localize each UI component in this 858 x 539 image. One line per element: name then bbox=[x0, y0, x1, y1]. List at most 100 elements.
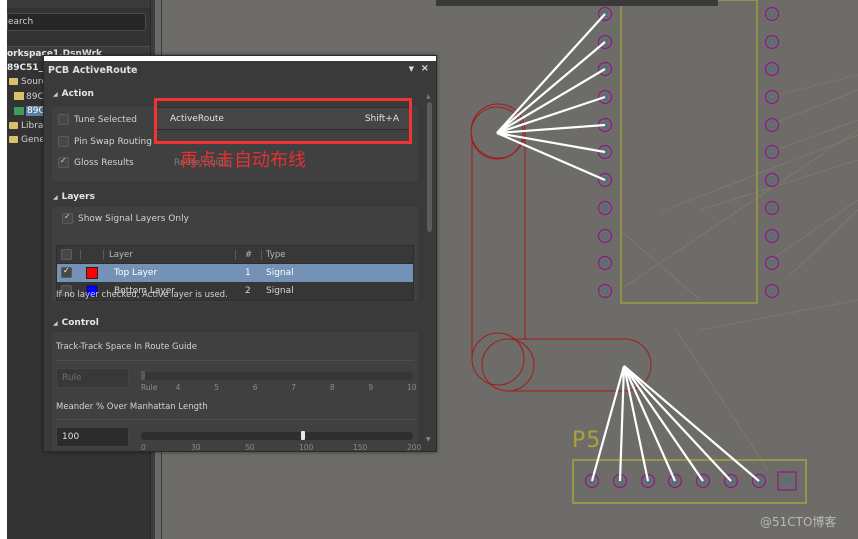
meander-slider[interactable] bbox=[141, 432, 413, 440]
designator-label: P5 bbox=[572, 428, 602, 453]
layer-row-top[interactable]: ✓ Top Layer 1 Signal bbox=[57, 264, 413, 282]
divider bbox=[56, 419, 414, 420]
slider-tick-label: 7 bbox=[291, 383, 297, 392]
track-space-label: Track-Track Space In Route Guide bbox=[56, 342, 198, 352]
canvas-ruler bbox=[436, 0, 718, 6]
ratsnest-lines bbox=[496, 13, 760, 482]
layer-type: Signal bbox=[266, 286, 294, 296]
section-title: Action bbox=[61, 89, 94, 99]
annotation-highlight-box bbox=[154, 98, 412, 144]
connection-line bbox=[789, 209, 858, 276]
pad bbox=[764, 228, 780, 244]
panel-scrollbar[interactable]: ▲ ▼ bbox=[426, 93, 432, 443]
column-header-number[interactable]: # bbox=[245, 250, 252, 260]
scrollbar-thumb[interactable] bbox=[427, 102, 432, 232]
section-title: Control bbox=[61, 318, 99, 328]
pad bbox=[597, 228, 613, 244]
pad-hole bbox=[768, 259, 776, 267]
panel-menu-icon[interactable]: ▼ bbox=[409, 65, 414, 73]
column-header-type[interactable]: Type bbox=[266, 250, 286, 260]
pad bbox=[597, 255, 613, 271]
connection-line bbox=[769, 89, 858, 126]
pad bbox=[764, 34, 780, 50]
route-guide-horizontal bbox=[508, 338, 652, 392]
pad-hole bbox=[601, 232, 609, 240]
slider-tick-label: 200 bbox=[407, 443, 422, 451]
show-signal-only-checkbox[interactable]: ✓ bbox=[62, 212, 73, 224]
ratsnest-line bbox=[622, 365, 677, 482]
slider-tick-label: 100 bbox=[299, 443, 314, 451]
pad-square bbox=[777, 471, 797, 491]
slider-tick-label: 10 bbox=[407, 383, 417, 392]
folder-icon bbox=[9, 121, 18, 129]
column-separator bbox=[103, 250, 104, 260]
connection-line bbox=[769, 199, 858, 261]
layer-color-swatch bbox=[86, 267, 98, 279]
folder-icon bbox=[9, 136, 18, 143]
slider-tick-label: 0 bbox=[141, 443, 146, 451]
ratsnest-line bbox=[590, 365, 626, 482]
section-layers-header[interactable]: ◢ Layers bbox=[53, 192, 95, 202]
pad bbox=[597, 283, 613, 299]
tune-selected-checkbox[interactable] bbox=[58, 114, 69, 125]
layers-note: If no layer checked, Active layer is use… bbox=[56, 290, 228, 300]
pin-swap-checkbox[interactable] bbox=[58, 136, 69, 147]
section-layers: ✓ Show Signal Layers Only Layer # Type ✓… bbox=[52, 207, 418, 302]
projects-search-input[interactable]: earch bbox=[7, 13, 146, 31]
layer-checkbox[interactable]: ✓ bbox=[61, 266, 72, 278]
slider-tick-label: 50 bbox=[245, 443, 255, 451]
column-separator bbox=[80, 250, 81, 260]
route-guide bbox=[470, 103, 652, 392]
header-pads bbox=[584, 471, 797, 491]
section-action-header[interactable]: ◢ Action bbox=[53, 89, 94, 99]
pad-hole bbox=[768, 204, 776, 212]
track-space-input[interactable]: Rule bbox=[56, 368, 129, 388]
pad bbox=[764, 89, 780, 105]
pad bbox=[597, 200, 613, 216]
folder-icon bbox=[9, 78, 18, 85]
connection-line bbox=[699, 159, 858, 211]
scroll-up-icon[interactable]: ▲ bbox=[426, 93, 431, 100]
close-icon[interactable]: × bbox=[421, 63, 429, 74]
connection-line bbox=[699, 299, 858, 331]
schematic-doc-icon bbox=[14, 92, 24, 100]
meander-slider-thumb[interactable] bbox=[301, 431, 305, 440]
collapse-triangle-icon: ◢ bbox=[53, 91, 58, 98]
pad-hole bbox=[768, 38, 776, 46]
scroll-down-icon[interactable]: ▼ bbox=[426, 436, 431, 443]
column-separator bbox=[261, 250, 262, 260]
pad-hole bbox=[783, 477, 791, 485]
header-silkscreen-outline bbox=[572, 459, 807, 504]
check-icon: ✓ bbox=[64, 212, 71, 221]
column-separator bbox=[235, 250, 236, 260]
pad-hole bbox=[768, 10, 776, 18]
select-all-checkbox[interactable] bbox=[61, 249, 72, 260]
pad-hole bbox=[768, 287, 776, 295]
gloss-results-label: Gloss Results bbox=[74, 158, 134, 168]
layer-number: 2 bbox=[245, 286, 251, 296]
ratsnest-line bbox=[623, 365, 732, 482]
ratsnest-line bbox=[496, 68, 606, 134]
annotation-text: 再点击自动布线 bbox=[180, 150, 306, 171]
pad-hole bbox=[768, 232, 776, 240]
column-header-layer[interactable]: Layer bbox=[109, 250, 133, 260]
pad-hole bbox=[601, 287, 609, 295]
slider-tick-label: 9 bbox=[368, 383, 374, 392]
window-edge bbox=[0, 0, 7, 539]
pad bbox=[764, 283, 780, 299]
slider-tick-label: 5 bbox=[214, 383, 219, 392]
panel-header[interactable]: PCB ActiveRoute ▼ × bbox=[44, 61, 436, 81]
ratsnest-line bbox=[496, 131, 606, 154]
track-space-slider[interactable] bbox=[141, 372, 413, 380]
slider-tick-label: 150 bbox=[353, 443, 368, 451]
meander-input[interactable]: 100 bbox=[56, 427, 129, 447]
show-signal-only-label: Show Signal Layers Only bbox=[78, 214, 189, 224]
connection-line bbox=[619, 129, 858, 291]
pad-hole bbox=[601, 259, 609, 267]
section-control-header[interactable]: ◢ Control bbox=[53, 318, 99, 328]
connection-line bbox=[659, 134, 858, 213]
pcb-doc-icon bbox=[14, 106, 24, 115]
track-space-slider-thumb[interactable] bbox=[141, 371, 145, 380]
pad bbox=[764, 144, 780, 160]
gloss-results-checkbox[interactable]: ✓ bbox=[58, 156, 69, 168]
